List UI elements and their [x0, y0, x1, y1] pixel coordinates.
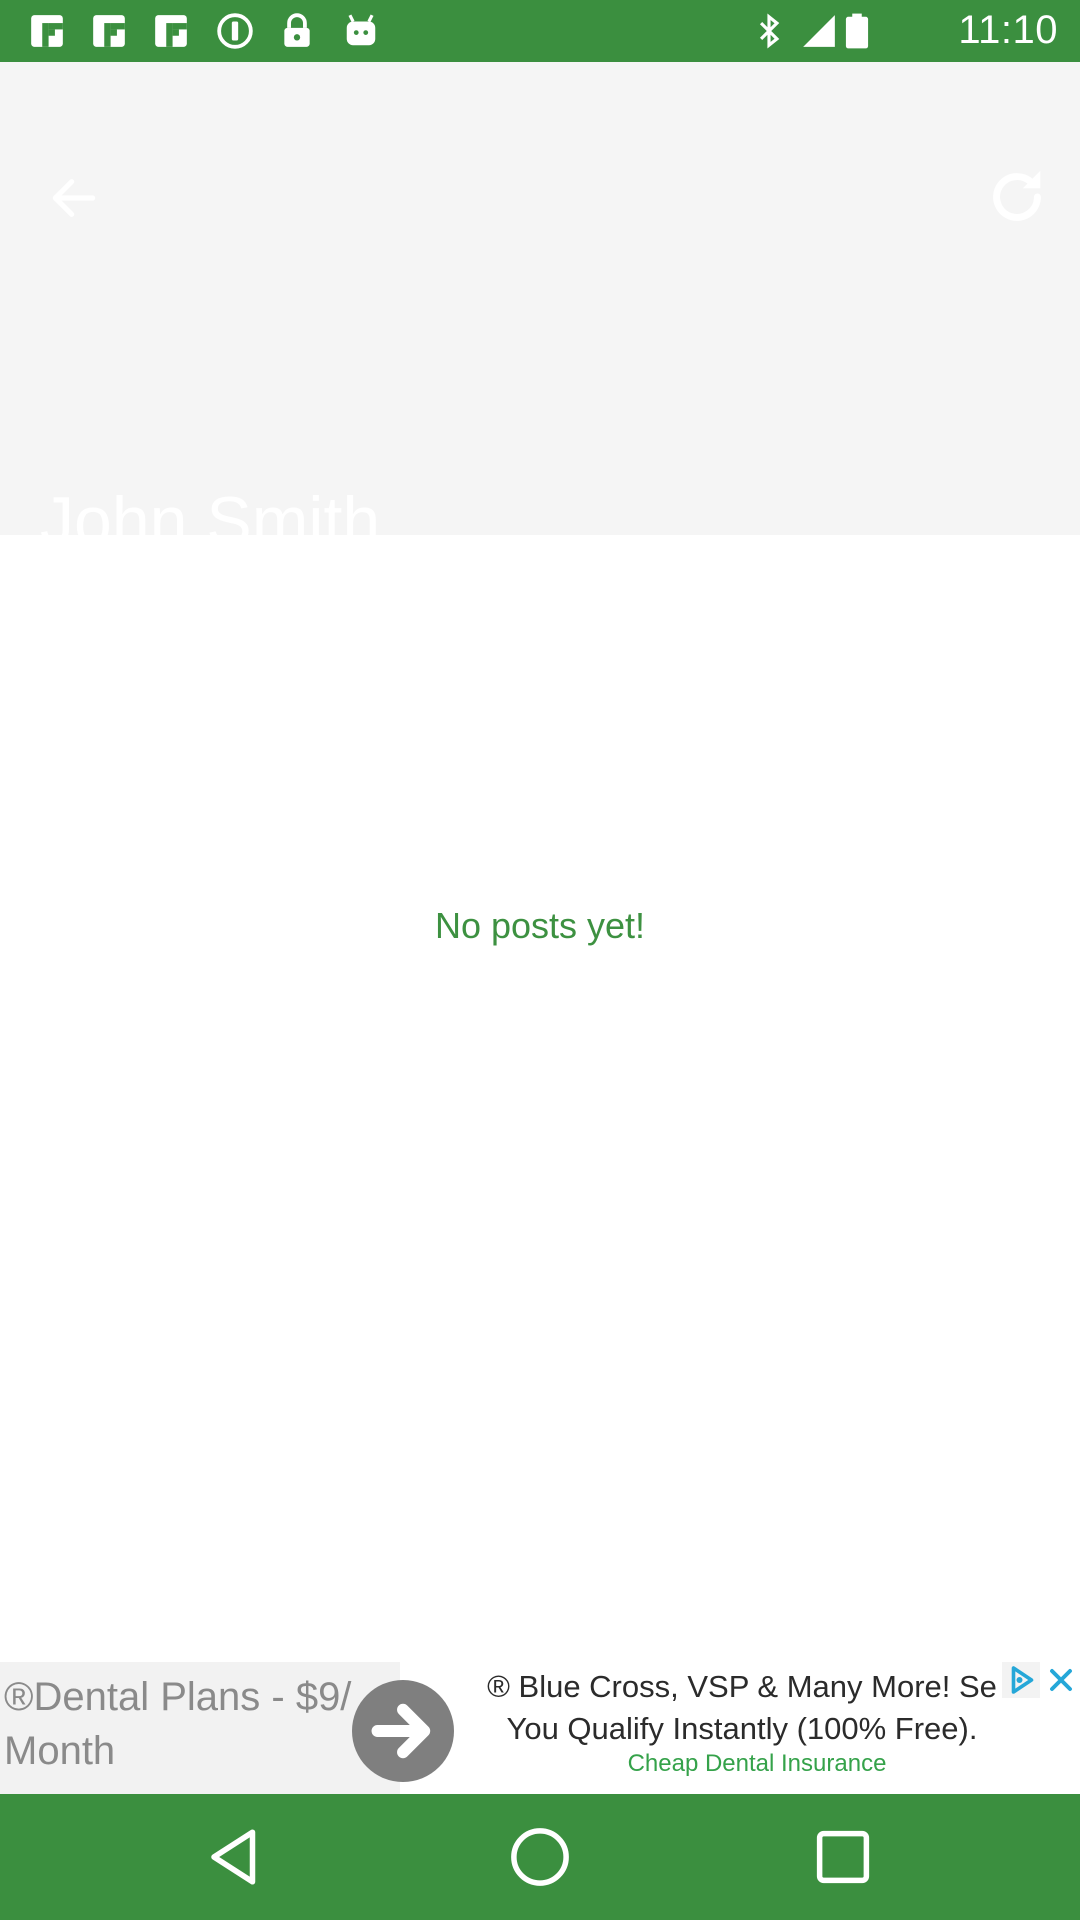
ad-body-line2[interactable]: You Qualify Instantly (100% Free).: [462, 1708, 1022, 1750]
close-icon[interactable]: [1042, 1662, 1080, 1698]
lock-icon: [284, 13, 310, 47]
ad-left-panel[interactable]: ®Dental Plans - $9/ Month: [0, 1662, 400, 1794]
nav-home-icon[interactable]: [507, 1824, 573, 1890]
info-icon: [217, 13, 253, 49]
nav-back-icon[interactable]: [203, 1824, 269, 1890]
flipboard-icon: [93, 15, 125, 47]
profile-header: John Smith: [0, 62, 1080, 559]
profile-name: John Smith: [40, 483, 381, 559]
flipboard-icon: [31, 15, 63, 47]
system-nav-bar: [0, 1794, 1080, 1920]
signal-icon: [803, 15, 835, 47]
refresh-icon[interactable]: [982, 162, 1052, 232]
flipboard-icon: [155, 15, 187, 47]
arrow-right-icon[interactable]: [352, 1680, 454, 1782]
android-icon: [346, 14, 376, 46]
ad-banner[interactable]: ®Dental Plans - $9/ Month ® Blue Cross, …: [0, 1662, 1080, 1794]
back-arrow-icon[interactable]: [40, 170, 108, 226]
ad-body[interactable]: ® Blue Cross, VSP & Many More! Se You Qu…: [462, 1666, 1022, 1750]
adchoices-icon[interactable]: [1002, 1662, 1040, 1698]
ad-body-line1[interactable]: ® Blue Cross, VSP & Many More! Se: [462, 1666, 1022, 1708]
nav-recents-icon[interactable]: [810, 1824, 876, 1890]
ad-title[interactable]: ®Dental Plans - $9/ Month: [4, 1670, 394, 1778]
clock: 11:10: [958, 8, 1058, 52]
battery-icon: [845, 13, 869, 49]
ad-link[interactable]: Cheap Dental Insurance: [462, 1750, 1052, 1778]
bluetooth-icon: [759, 13, 780, 49]
empty-posts-message: No posts yet!: [434, 905, 646, 946]
status-bar: 11:10: [0, 0, 1080, 62]
